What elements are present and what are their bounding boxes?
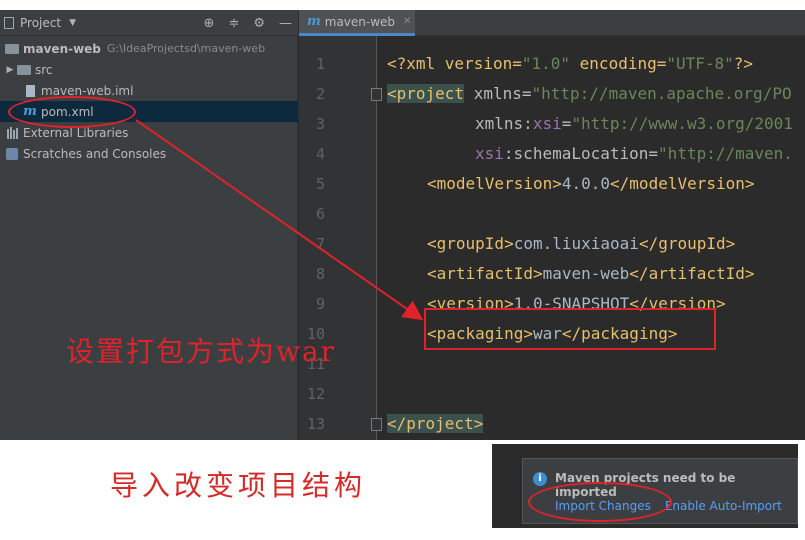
artifact-id-close: </artifactId> — [629, 264, 755, 283]
enable-auto-import-link[interactable]: Enable Auto-Import — [665, 499, 782, 513]
fold-marker-icon[interactable] — [371, 418, 382, 431]
xsi-prefix: xsi — [475, 144, 504, 163]
tab-label: maven-web — [324, 14, 396, 29]
collapse-all-icon[interactable]: ≑ — [228, 16, 239, 31]
xml-declaration-open: <?xml version= — [387, 54, 522, 73]
code-line-13[interactable]: </project> — [387, 414, 484, 433]
line-number: 6 — [315, 205, 325, 223]
packaging-annotation-text: 设置打包方式为war — [66, 335, 337, 368]
info-icon: i — [533, 472, 547, 486]
group-id-close: </groupId> — [638, 234, 736, 253]
group-id-open: <groupId> — [427, 234, 514, 253]
project-close-tag: </project> — [387, 414, 484, 433]
scratches-icon — [4, 146, 20, 162]
root-module-name: maven-web — [23, 41, 101, 56]
dropdown-arrow-icon: ▼ — [69, 17, 76, 28]
line-number: 13 — [306, 415, 325, 433]
project-open-tag: <project — [387, 84, 465, 103]
line-number: 8 — [315, 265, 325, 283]
fold-marker-icon[interactable] — [371, 88, 382, 101]
line-number: 7 — [315, 235, 325, 253]
artifact-id-value: maven-web — [542, 264, 630, 283]
model-version-close: </modelVersion> — [610, 174, 755, 193]
code-line-5[interactable]: <modelVersion>4.0.0</modelVersion> — [427, 174, 755, 193]
xmlns-value: "http://maven.apache.org/PO — [531, 84, 792, 103]
gear-icon[interactable]: ⚙ — [253, 16, 265, 31]
ide-window: Project ▼ ⊕ ≑ ⚙ — maven-web G:\IdeaProje… — [0, 10, 805, 440]
close-icon[interactable]: ✕ — [403, 16, 411, 27]
xsi-namespace: xsi — [532, 114, 562, 133]
code-line-2[interactable]: <project xmlns="http://maven.apache.org/… — [387, 84, 792, 103]
xsi-value: "http://www.w3.org/2001 — [571, 114, 793, 133]
xml-encoding-attr: encoding= — [570, 54, 667, 73]
import-annotation-text: 导入改变项目结构 — [110, 469, 367, 502]
editor-tab-bar: m maven-web ✕ — [299, 10, 805, 36]
code-line-8[interactable]: <artifactId>maven-web</artifactId> — [427, 264, 755, 283]
project-panel-toolbar: ⊕ ≑ ⚙ — — [204, 10, 292, 36]
line-number: 3 — [315, 115, 325, 133]
root-module-path: G:\IdeaProjectsd\maven-web — [106, 42, 266, 55]
folder-icon — [16, 62, 32, 78]
import-highlight-ellipse — [528, 482, 672, 522]
iml-file-icon — [22, 83, 38, 99]
code-line-4[interactable]: xsi:schemaLocation="http://maven. — [475, 144, 793, 163]
model-version-open: <modelVersion> — [427, 174, 562, 193]
project-view-selector[interactable]: Project ▼ — [0, 16, 76, 30]
hide-panel-icon[interactable]: — — [279, 16, 292, 31]
code-line-3[interactable]: xmlns:xsi="http://www.w3.org/2001 — [475, 114, 793, 133]
line-number: 9 — [315, 295, 325, 313]
project-tool-window: Project ▼ ⊕ ≑ ⚙ — maven-web G:\IdeaProje… — [0, 10, 298, 440]
pom-highlight-ellipse — [8, 96, 136, 128]
tree-item-src[interactable]: ▶ src — [0, 59, 298, 80]
libraries-icon — [4, 125, 20, 141]
schema-location-value: "http://maven. — [658, 144, 793, 163]
code-line-7[interactable]: <groupId>com.liuxiaoai</groupId> — [427, 234, 735, 253]
line-number: 5 — [315, 175, 325, 193]
equals: = — [561, 114, 572, 133]
colon: : — [523, 114, 533, 133]
tree-item-label: maven-web.iml — [41, 83, 134, 98]
xml-declaration-close: ?> — [733, 54, 754, 73]
equals: = — [648, 144, 659, 163]
model-version-value: 4.0.0 — [561, 174, 611, 193]
group-id-value: com.liuxiaoai — [513, 234, 639, 253]
xmlns-prefix: xmlns — [475, 114, 524, 133]
project-icon — [4, 16, 14, 29]
maven-file-icon: m — [307, 14, 321, 29]
tree-item-label: src — [35, 62, 53, 77]
artifact-id-open: <artifactId> — [427, 264, 543, 283]
project-panel-header: Project ▼ ⊕ ≑ ⚙ — — [0, 10, 298, 36]
xmlns-attr: xmlns= — [464, 84, 532, 103]
tab-pom-xml[interactable]: m maven-web ✕ — [299, 10, 415, 36]
project-panel-title: Project — [20, 15, 62, 30]
tree-item-label: Scratches and Consoles — [23, 146, 167, 161]
code-line-1[interactable]: <?xml version="1.0" encoding="UTF-8"?> — [387, 54, 753, 73]
tree-item-scratches[interactable]: Scratches and Consoles — [0, 143, 298, 164]
module-folder-icon — [4, 41, 20, 57]
line-number: 2 — [315, 85, 325, 103]
locate-file-icon[interactable]: ⊕ — [204, 16, 215, 31]
line-number: 1 — [315, 55, 325, 73]
line-number: 4 — [315, 145, 325, 163]
line-number: 12 — [306, 385, 325, 403]
line-number-gutter: 1 2 3 4 5 6 7 8 9 10 11 12 13 — [299, 36, 382, 440]
xml-encoding-value: "UTF-8" — [666, 54, 734, 73]
code-editor: m maven-web ✕ 1 2 3 4 5 6 7 8 9 10 11 12… — [299, 10, 805, 440]
xml-version-value: "1.0" — [521, 54, 571, 73]
expand-arrow-icon[interactable]: ▶ — [4, 65, 16, 75]
packaging-highlight-box — [424, 308, 716, 350]
schema-location-attr: schemaLocation — [513, 144, 649, 163]
tree-item-root[interactable]: maven-web G:\IdeaProjectsd\maven-web — [0, 38, 298, 59]
colon: : — [503, 144, 514, 163]
